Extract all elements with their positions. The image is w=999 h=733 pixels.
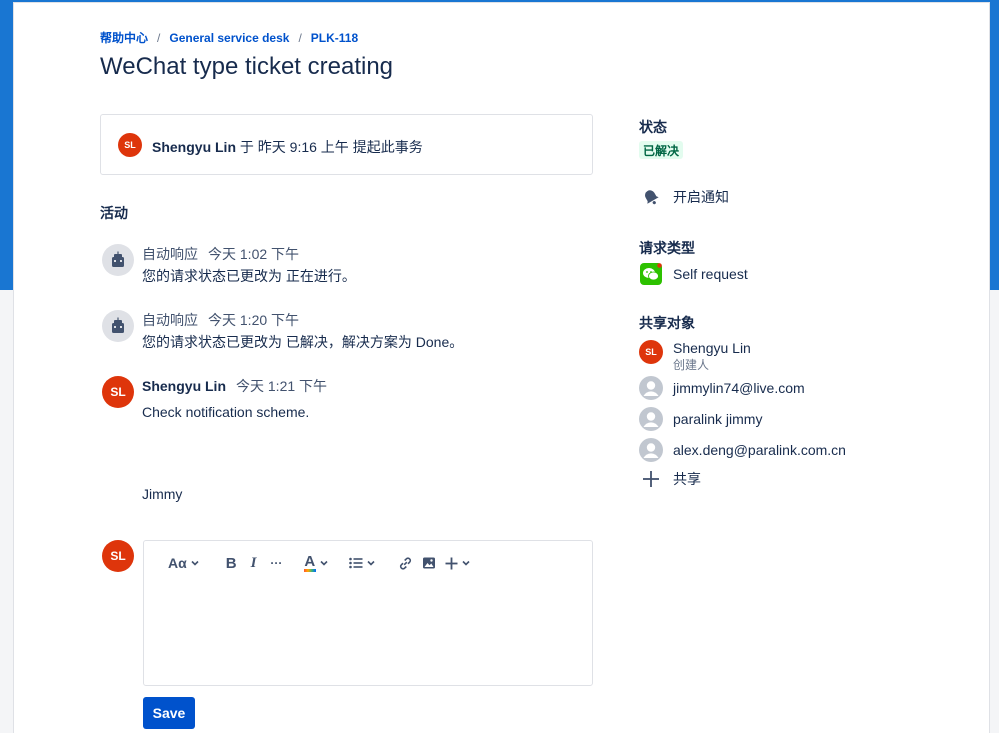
bold-button[interactable]: B: [226, 553, 237, 573]
comment-editor[interactable]: Aα B I ··· A: [143, 540, 593, 686]
request-card: 帮助中心 / General service desk / PLK-118 WeChat…: [13, 2, 990, 733]
plus-icon: [445, 557, 458, 569]
activity-header: 自动响应 今天 1:20 下午: [142, 310, 299, 330]
breadcrumb-separator: /: [157, 31, 161, 45]
link-button[interactable]: [398, 553, 413, 573]
activity-header: 自动响应 今天 1:02 下午: [142, 244, 299, 264]
activity-author: 自动响应: [142, 246, 198, 262]
chevron-down-icon: [320, 560, 328, 566]
participant-role: 创建人: [673, 358, 710, 372]
avatar: SL: [639, 340, 663, 364]
activity-timestamp: 今天 1:21 下午: [236, 378, 328, 394]
activity-heading: 活动: [100, 205, 128, 221]
default-avatar-icon: [639, 376, 663, 400]
raised-by-text: Shengyu Lin 于 昨天 9:16 上午 提起此事务: [152, 137, 423, 157]
notification-label: 开启通知: [673, 189, 729, 205]
chevron-down-icon: [462, 560, 470, 566]
comment-signature: Jimmy: [142, 486, 183, 502]
insert-dropdown[interactable]: [445, 553, 471, 573]
status-badge: 已解决: [639, 141, 684, 159]
avatar: SL: [102, 540, 134, 572]
page-title: WeChat type ticket creating: [100, 53, 394, 80]
raised-by-detail: 于 昨天 9:16 上午 提起此事务: [236, 139, 423, 155]
comment-body: Check notification scheme.: [142, 404, 310, 420]
image-icon: [423, 557, 436, 569]
participant-name: Shengyu Lin: [673, 340, 751, 356]
breadcrumb: 帮助中心 / General service desk / PLK-118: [100, 29, 358, 46]
breadcrumb-service-desk[interactable]: General service desk: [169, 31, 289, 45]
default-avatar-icon: [639, 407, 663, 431]
notification-toggle[interactable]: 开启通知: [639, 185, 729, 209]
plus-icon: [639, 467, 663, 491]
activity-timestamp: 今天 1:02 下午: [208, 246, 300, 262]
italic-icon: I: [250, 554, 257, 571]
status-label: 状态: [639, 119, 667, 135]
bold-icon: B: [225, 554, 237, 572]
activity-body: 您的请求状态已更改为 已解决，解决方案为 Done。: [142, 334, 464, 350]
activity-author: 自动响应: [142, 312, 198, 328]
more-icon: ···: [270, 556, 283, 570]
raised-by-user[interactable]: Shengyu Lin: [152, 139, 236, 155]
participant-name: jimmylin74@live.com: [673, 380, 805, 396]
save-button[interactable]: Save: [143, 697, 195, 729]
activity-header: Shengyu Lin 今天 1:21 下午: [142, 376, 327, 396]
bullet-list-icon: [349, 557, 363, 569]
avatar: SL: [102, 376, 134, 408]
list-dropdown[interactable]: [349, 553, 376, 573]
text-color-dropdown[interactable]: A: [304, 553, 329, 573]
breadcrumb-issue-key[interactable]: PLK-118: [311, 31, 358, 45]
participant-name: paralink jimmy: [673, 411, 763, 427]
more-formatting-button[interactable]: ···: [270, 553, 282, 573]
breadcrumb-separator: /: [298, 31, 302, 45]
text-style-dropdown[interactable]: Aα: [168, 553, 200, 573]
activity-body: 您的请求状态已更改为 正在进行。: [142, 268, 356, 284]
shared-with-label: 共享对象: [639, 315, 695, 331]
chevron-down-icon: [367, 560, 375, 566]
bell-icon: [639, 185, 663, 209]
text-color-letter: A: [304, 553, 316, 570]
participant-name: alex.deng@paralink.com.cn: [673, 442, 846, 458]
share-label: 共享: [673, 471, 701, 487]
breadcrumb-help-center[interactable]: 帮助中心: [100, 31, 148, 45]
avatar: SL: [118, 133, 142, 157]
robot-icon: [102, 310, 134, 342]
wechat-icon: [639, 262, 663, 286]
request-type-value: Self request: [639, 262, 748, 286]
share-button[interactable]: 共享: [639, 467, 701, 491]
robot-icon: [102, 244, 134, 276]
color-swatch: [304, 569, 317, 572]
text-color-icon: A: [304, 553, 317, 572]
default-avatar-icon: [639, 438, 663, 462]
activity-timestamp: 今天 1:20 下午: [208, 312, 300, 328]
italic-button[interactable]: I: [251, 553, 257, 573]
request-type-label: 请求类型: [639, 240, 695, 256]
editor-toolbar: Aα B I ··· A: [168, 553, 471, 573]
raised-by-panel: SL Shengyu Lin 于 昨天 9:16 上午 提起此事务: [100, 114, 593, 175]
activity-author[interactable]: Shengyu Lin: [142, 378, 226, 394]
text-style-label: Aα: [168, 555, 187, 571]
request-type-text: Self request: [673, 266, 748, 282]
image-button[interactable]: [422, 553, 436, 573]
link-icon: [400, 556, 412, 570]
chevron-down-icon: [191, 560, 199, 566]
